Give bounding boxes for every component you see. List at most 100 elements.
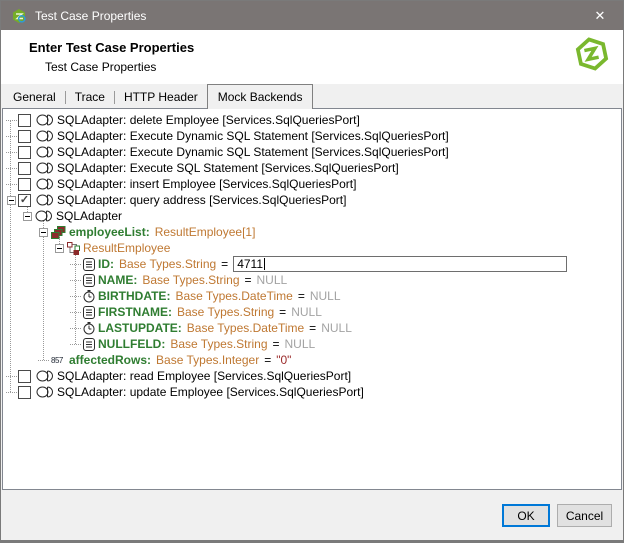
port-icon: [36, 386, 54, 398]
row-text: SQLAdapter: Execute SQL Statement [Servi…: [57, 161, 399, 175]
tree-row[interactable]: SQLAdapter: read Employee [Services.SqlQ…: [3, 368, 621, 384]
tree-indent-slot: [37, 228, 49, 237]
row-text: =: [221, 257, 228, 271]
row-text: ResultEmployee[1]: [155, 225, 256, 239]
clock-icon: [83, 290, 95, 303]
port-icon: [36, 370, 54, 382]
row-text: =: [245, 273, 252, 287]
row-checkbox[interactable]: [18, 114, 31, 127]
row-text: Base Types.String: [119, 257, 216, 271]
row-text: Base Types.Integer: [156, 353, 259, 367]
row-text: Base Types.DateTime: [187, 321, 304, 335]
test-case-properties-dialog: Test Case Properties ✕ Enter Test Case P…: [0, 0, 624, 543]
tree-row[interactable]: SQLAdapter: [3, 208, 621, 224]
row-text: =: [264, 353, 271, 367]
tree-row[interactable]: ID:Base Types.String=4711: [3, 256, 621, 272]
tab-trace[interactable]: Trace: [66, 87, 114, 108]
tab-general[interactable]: General: [4, 87, 65, 108]
row-text: affectedRows:: [69, 353, 151, 367]
row-text: FIRSTNAME:: [98, 305, 172, 319]
string-icon: [83, 306, 95, 319]
tree-row[interactable]: LASTUPDATE: Base Types.DateTime = NULL: [3, 320, 621, 336]
tree-row[interactable]: FIRSTNAME: Base Types.String = NULL: [3, 304, 621, 320]
tree-line: [6, 152, 17, 153]
row-checkbox[interactable]: [18, 162, 31, 175]
row-text: NAME:: [98, 273, 137, 287]
clock-icon: [83, 322, 95, 335]
tree-row[interactable]: SQLAdapter: delete Employee [Services.Sq…: [3, 112, 621, 128]
collapse-minus-icon[interactable]: [55, 244, 64, 253]
tree-row[interactable]: SQLAdapter: Execute Dynamic SQL Statemen…: [3, 144, 621, 160]
row-checkbox[interactable]: [18, 386, 31, 399]
tree-line: [70, 312, 81, 313]
row-text: =: [279, 305, 286, 319]
tree-line: [70, 344, 81, 345]
tree-row[interactable]: SQLAdapter: Execute Dynamic SQL Statemen…: [3, 128, 621, 144]
tree-row[interactable]: employeeList:ResultEmployee[1]: [3, 224, 621, 240]
row-text: NULLFELD:: [98, 337, 165, 351]
collapse-minus-icon[interactable]: [23, 212, 32, 221]
tab-http-header[interactable]: HTTP Header: [115, 87, 207, 108]
tree-line: [38, 360, 49, 361]
row-text: Base Types.DateTime: [175, 289, 292, 303]
input-value: 4711: [237, 257, 263, 271]
tree-indent-slot: [69, 312, 81, 313]
ok-button[interactable]: OK: [502, 504, 550, 527]
dialog-subheading: Test Case Properties: [1, 55, 623, 74]
tree-row[interactable]: SQLAdapter: Execute SQL Statement [Servi…: [3, 160, 621, 176]
tree-indent-slot: [5, 196, 17, 205]
dialog-heading: Enter Test Case Properties: [1, 30, 623, 55]
mock-backends-tree: SQLAdapter: delete Employee [Services.Sq…: [2, 108, 622, 490]
tab-bar: GeneralTraceHTTP HeaderMock Backends: [1, 84, 623, 108]
row-text: SQLAdapter: Execute Dynamic SQL Statemen…: [57, 129, 449, 143]
struct-icon: [67, 242, 80, 255]
tree-row[interactable]: BIRTHDATE:Base Types.DateTime=NULL: [3, 288, 621, 304]
tree-indent-slot: [69, 296, 81, 297]
row-text: NULL: [285, 337, 316, 351]
dialog-header: Enter Test Case Properties Test Case Pro…: [1, 30, 623, 84]
tree-row[interactable]: SQLAdapter: update Employee [Services.Sq…: [3, 384, 621, 400]
string-icon: [83, 274, 95, 287]
row-checkbox[interactable]: [18, 146, 31, 159]
string-icon: [83, 338, 95, 351]
row-text: NULL: [291, 305, 322, 319]
tree-row[interactable]: 857affectedRows:Base Types.Integer="0": [3, 352, 621, 368]
close-icon: ✕: [595, 8, 606, 24]
collapse-minus-icon[interactable]: [39, 228, 48, 237]
row-text: SQLAdapter: query address [Services.SqlQ…: [57, 193, 346, 207]
port-icon: [36, 194, 54, 206]
tree-indent-slot: [5, 184, 17, 185]
tree-indent-slot: [69, 264, 81, 265]
row-text: NULL: [310, 289, 341, 303]
tree-indent-slot: [21, 212, 33, 221]
tree-indent-slot: [5, 376, 17, 377]
tree-row[interactable]: SQLAdapter: query address [Services.SqlQ…: [3, 192, 621, 208]
list-icon: [51, 226, 66, 239]
value-input[interactable]: 4711: [233, 256, 567, 272]
tree-line: [6, 392, 17, 393]
row-text: LASTUPDATE:: [98, 321, 182, 335]
tree-line: [70, 280, 81, 281]
tree-row[interactable]: NULLFELD:Base Types.String=NULL: [3, 336, 621, 352]
tree-indent-slot: [69, 280, 81, 281]
window-title: Test Case Properties: [35, 9, 577, 23]
row-checkbox[interactable]: [18, 370, 31, 383]
row-text: SQLAdapter: delete Employee [Services.Sq…: [57, 113, 360, 127]
cancel-button[interactable]: Cancel: [557, 504, 612, 527]
row-checkbox[interactable]: [18, 194, 31, 207]
row-text: =: [309, 321, 316, 335]
close-button[interactable]: ✕: [577, 1, 623, 30]
tree-indent-slot: [69, 328, 81, 329]
title-bar[interactable]: Test Case Properties ✕: [1, 1, 623, 30]
tree-line: [6, 184, 17, 185]
tree-row[interactable]: NAME:Base Types.String=NULL: [3, 272, 621, 288]
row-checkbox[interactable]: [18, 130, 31, 143]
tree-row[interactable]: SQLAdapter: insert Employee [Services.Sq…: [3, 176, 621, 192]
row-text: NULL: [321, 321, 352, 335]
tab-mock-backends[interactable]: Mock Backends: [207, 84, 314, 109]
row-text: "0": [276, 353, 291, 367]
row-text: Base Types.String: [177, 305, 274, 319]
row-checkbox[interactable]: [18, 178, 31, 191]
collapse-minus-icon[interactable]: [7, 196, 16, 205]
tree-row[interactable]: ResultEmployee: [3, 240, 621, 256]
